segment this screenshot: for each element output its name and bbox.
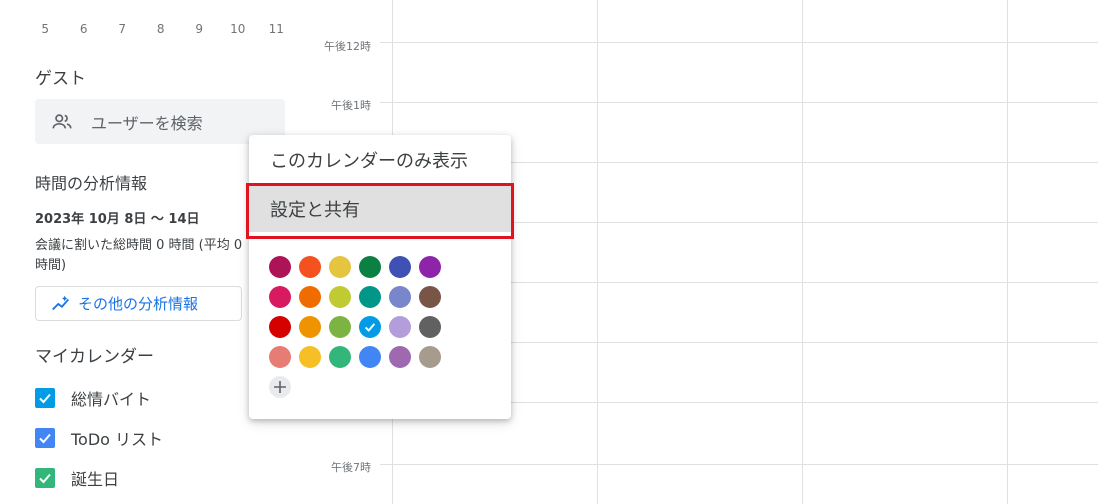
check-icon xyxy=(39,393,51,404)
time-label-7pm: 午後7時 xyxy=(331,461,371,474)
add-custom-color-button[interactable] xyxy=(269,376,291,398)
color-swatch[interactable] xyxy=(269,256,291,278)
hour-line xyxy=(380,42,1098,43)
my-calendars-heading: マイカレンダー xyxy=(35,347,154,367)
color-swatch[interactable] xyxy=(389,256,411,278)
color-swatch[interactable] xyxy=(329,256,351,278)
guest-search-input[interactable]: ユーザーを検索 xyxy=(35,99,285,144)
day-divider xyxy=(1007,0,1008,504)
calendar-options-menu: このカレンダーのみ表示 設定と共有 xyxy=(249,135,511,419)
color-swatch[interactable] xyxy=(299,316,321,338)
hour-line xyxy=(380,102,1098,103)
menu-item-label: このカレンダーのみ表示 xyxy=(270,151,468,172)
display-this-only-menu-item[interactable]: このカレンダーのみ表示 xyxy=(249,137,511,183)
hour-line xyxy=(380,464,1098,465)
guests-heading: ゲスト xyxy=(35,69,86,89)
time-insights-heading: 時間の分析情報 xyxy=(35,174,148,193)
color-swatch[interactable] xyxy=(389,346,411,368)
people-icon xyxy=(52,113,72,129)
mini-calendar-day[interactable]: 9 xyxy=(180,22,219,36)
day-divider xyxy=(802,0,803,504)
calendar-item-label: 総情バイト xyxy=(71,390,152,409)
color-swatch[interactable] xyxy=(419,346,441,368)
color-swatch[interactable] xyxy=(359,316,381,338)
more-insights-button[interactable]: その他の分析情報 xyxy=(35,286,242,321)
color-swatch[interactable] xyxy=(299,286,321,308)
calendar-item-label: 誕生日 xyxy=(71,470,120,489)
calendar-item[interactable]: 誕生日 xyxy=(35,466,119,490)
color-swatch[interactable] xyxy=(419,256,441,278)
time-insights-summary: 会議に割いた総時間 0 時間 (平均 0 時間) xyxy=(35,238,243,273)
mini-calendar-day[interactable]: 6 xyxy=(65,22,104,36)
mini-calendar-week: 5 6 7 8 9 10 11 xyxy=(26,22,296,36)
insights-icon xyxy=(52,295,70,310)
mini-calendar-day[interactable]: 7 xyxy=(103,22,142,36)
color-swatch[interactable] xyxy=(359,256,381,278)
time-label-1pm: 午後1時 xyxy=(331,99,371,112)
plus-icon xyxy=(274,381,286,393)
menu-item-label: 設定と共有 xyxy=(270,200,360,221)
color-swatch[interactable] xyxy=(359,346,381,368)
color-swatch[interactable] xyxy=(389,316,411,338)
color-swatch[interactable] xyxy=(269,286,291,308)
color-swatch[interactable] xyxy=(329,346,351,368)
color-swatch[interactable] xyxy=(419,316,441,338)
check-icon xyxy=(364,323,376,332)
color-swatch[interactable] xyxy=(359,286,381,308)
calendar-checkbox[interactable] xyxy=(35,428,55,448)
color-swatch[interactable] xyxy=(299,346,321,368)
calendar-checkbox[interactable] xyxy=(35,468,55,488)
calendar-item[interactable]: 総情バイト xyxy=(35,386,151,410)
color-swatch[interactable] xyxy=(329,316,351,338)
time-insights-range: 2023年 10月 8日 ～ 14日 xyxy=(35,212,200,227)
guest-search-placeholder: ユーザーを検索 xyxy=(91,113,203,133)
mini-calendar-day[interactable]: 11 xyxy=(257,22,296,36)
calendar-item-label: ToDo リスト xyxy=(71,430,164,449)
color-swatch[interactable] xyxy=(329,286,351,308)
time-label-12pm: 午後12時 xyxy=(324,40,371,53)
more-insights-label: その他の分析情報 xyxy=(78,295,199,313)
color-swatch[interactable] xyxy=(299,256,321,278)
check-icon xyxy=(39,433,51,444)
calendar-item[interactable]: ToDo リスト xyxy=(35,426,163,450)
day-divider xyxy=(597,0,598,504)
color-swatch[interactable] xyxy=(269,346,291,368)
color-swatch[interactable] xyxy=(419,286,441,308)
settings-and-sharing-menu-item[interactable]: 設定と共有 xyxy=(249,186,511,232)
mini-calendar-day[interactable]: 5 xyxy=(26,22,65,36)
mini-calendar-day[interactable]: 8 xyxy=(142,22,181,36)
check-icon xyxy=(39,473,51,484)
color-swatch[interactable] xyxy=(389,286,411,308)
calendar-checkbox[interactable] xyxy=(35,388,55,408)
color-swatch[interactable] xyxy=(269,316,291,338)
mini-calendar-day[interactable]: 10 xyxy=(219,22,258,36)
